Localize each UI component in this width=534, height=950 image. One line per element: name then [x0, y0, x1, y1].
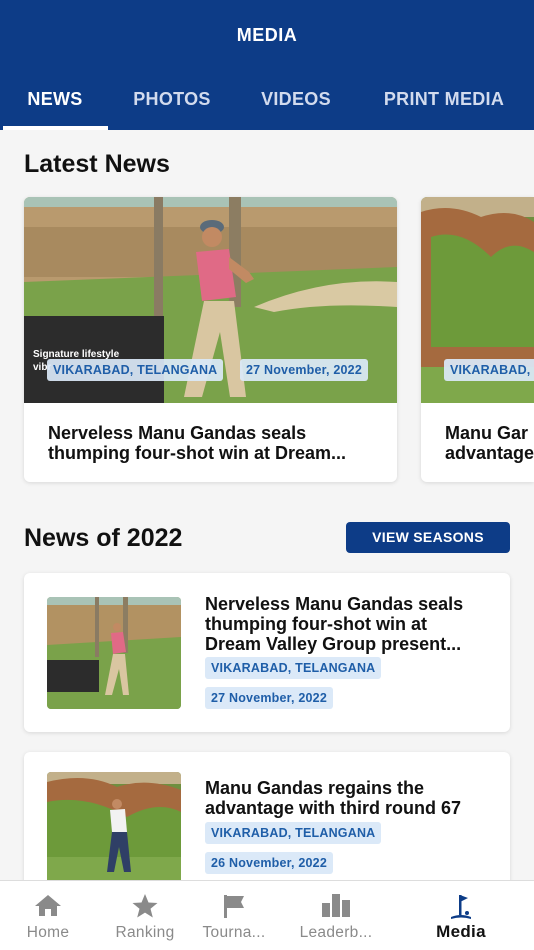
nav-tournaments[interactable]: Tourna... — [184, 881, 284, 950]
card-headline: Manu Gar advantage — [445, 423, 534, 463]
news-title: Nerveless Manu Gandas seals thumping fou… — [205, 594, 464, 654]
bar-chart-icon — [286, 893, 386, 919]
list-item[interactable]: Nerveless Manu Gandas seals thumping fou… — [24, 573, 510, 732]
season-news-heading: News of 2022 — [24, 524, 183, 552]
star-icon — [95, 893, 195, 919]
card-headline: Nerveless Manu Gandas seals thumping fou… — [48, 423, 346, 463]
nav-leaderboard[interactable]: Leaderb... — [286, 881, 386, 950]
date-tag: 27 November, 2022 — [240, 359, 368, 381]
date-tag: 27 November, 2022 — [205, 687, 333, 709]
tab-news[interactable]: NEWS — [0, 86, 110, 130]
latest-news-heading: Latest News — [24, 150, 170, 178]
list-item[interactable]: Manu Gandas regains the advantage with t… — [24, 752, 510, 892]
location-tag: VIKARABAD, T — [444, 359, 534, 381]
bottom-navigation: Home Ranking Tourna... Leaderb... Media — [0, 880, 534, 950]
location-tag: VIKARABAD, TELANGANA — [205, 822, 382, 844]
nav-home[interactable]: Home — [0, 881, 98, 950]
active-tab-indicator — [3, 126, 108, 130]
page-title: MEDIA — [236, 25, 298, 45]
location-tag: VIKARABAD, TELANGANA — [205, 657, 382, 679]
tab-photos[interactable]: PHOTOS — [117, 86, 227, 130]
flag-icon — [184, 893, 284, 919]
latest-news-card[interactable]: Signature lifestyle vibr VIKARABAD, TELA… — [24, 197, 397, 482]
tab-videos[interactable]: VIDEOS — [241, 86, 351, 130]
nav-ranking[interactable]: Ranking — [95, 881, 195, 950]
media-tabs: NEWS PHOTOS VIDEOS PRINT MEDIA — [0, 86, 534, 130]
location-tag: VIKARABAD, TELANGANA — [47, 359, 224, 381]
news-thumbnail — [47, 772, 181, 884]
latest-news-card[interactable]: VIKARABAD, T Manu Gar advantage — [421, 197, 534, 482]
news-thumbnail — [47, 597, 181, 709]
view-seasons-button[interactable]: VIEW SEASONS — [346, 522, 510, 553]
news-title: Manu Gandas regains the advantage with t… — [205, 778, 462, 818]
date-tag: 26 November, 2022 — [205, 852, 333, 874]
tab-print-media[interactable]: PRINT MEDIA — [368, 86, 520, 130]
app-header: MEDIA NEWS PHOTOS VIDEOS PRINT MEDIA — [0, 0, 534, 130]
golf-flag-icon — [411, 893, 511, 919]
nav-media[interactable]: Media — [411, 881, 511, 950]
media-screen: MEDIA NEWS PHOTOS VIDEOS PRINT MEDIA Lat… — [0, 0, 534, 950]
home-icon — [0, 893, 98, 919]
